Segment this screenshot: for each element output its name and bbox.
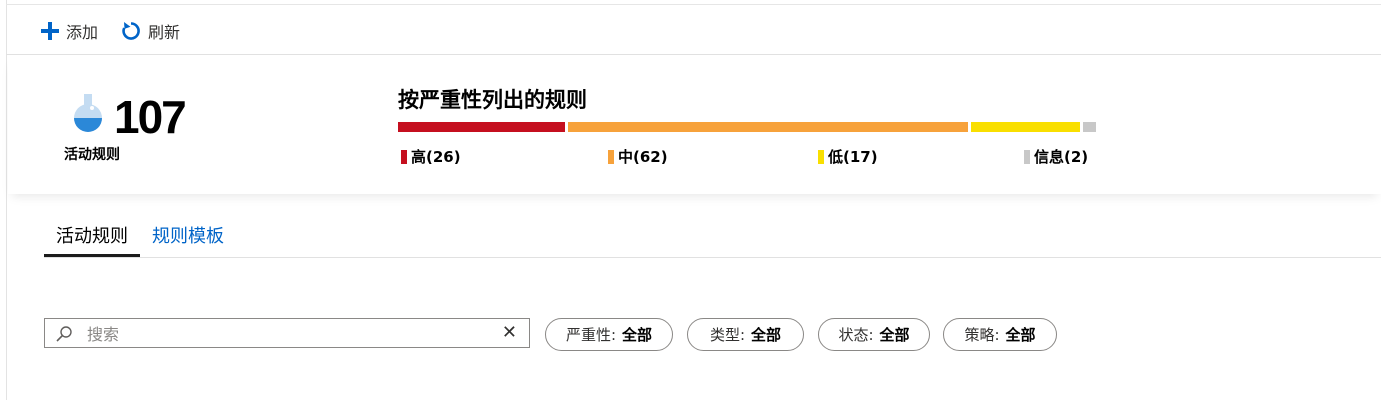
add-button-label: 添加 xyxy=(66,23,99,42)
tab-rule-templates[interactable]: 规则模板 xyxy=(140,218,236,257)
active-rules-count: 107 xyxy=(114,91,187,143)
command-toolbar: 添加 刷新 xyxy=(40,14,180,48)
filter-policy-value: 全部 xyxy=(1005,326,1036,344)
legend-medium: 中(62) xyxy=(608,146,668,167)
frame-top-border xyxy=(6,4,1381,5)
rules-summary-panel: 107 活动规则 按严重性列出的规则 高(26) 中(62) 低(17) 信息(… xyxy=(8,56,1381,194)
severity-segment-medium xyxy=(568,122,968,132)
legend-low: 低(17) xyxy=(818,146,878,167)
plus-icon xyxy=(41,22,59,40)
refresh-button[interactable]: 刷新 xyxy=(120,19,180,43)
filter-policy-name: 策略: xyxy=(964,326,1000,344)
legend-medium-label: 中(62) xyxy=(618,148,668,166)
legend-medium-swatch xyxy=(608,149,614,164)
search-icon xyxy=(56,326,72,342)
filter-policy[interactable]: 策略: 全部 xyxy=(943,318,1057,351)
severity-segment-low xyxy=(970,122,1081,132)
filter-type-name: 类型: xyxy=(709,326,746,344)
search-input[interactable] xyxy=(85,322,489,346)
flask-icon xyxy=(74,94,102,132)
filter-status[interactable]: 状态: 全部 xyxy=(818,318,930,351)
tab-active-rules[interactable]: 活动规则 xyxy=(44,218,140,257)
frame-left-border xyxy=(6,0,7,400)
filter-type-value: 全部 xyxy=(751,326,782,344)
tabs-divider xyxy=(44,257,1381,258)
legend-high-label: 高(26) xyxy=(411,148,461,166)
filter-severity-value: 全部 xyxy=(622,326,653,344)
legend-info-swatch xyxy=(1024,149,1030,164)
legend-high-swatch xyxy=(401,149,407,164)
filter-severity[interactable]: 严重性: 全部 xyxy=(545,318,673,351)
severity-chart-title: 按严重性列出的规则 xyxy=(398,88,587,112)
refresh-button-label: 刷新 xyxy=(148,23,181,42)
legend-low-label: 低(17) xyxy=(828,148,878,166)
rules-tabs: 活动规则 规则模板 xyxy=(44,218,236,257)
toolbar-divider xyxy=(6,54,1381,55)
filter-status-name: 状态: xyxy=(838,326,874,344)
legend-info: 信息(2) xyxy=(1024,146,1088,167)
search-box: ✕ xyxy=(44,318,530,348)
legend-low-swatch xyxy=(818,149,824,164)
refresh-icon xyxy=(122,22,140,40)
filter-status-value: 全部 xyxy=(879,326,910,344)
legend-info-label: 信息(2) xyxy=(1034,148,1089,166)
clear-search-icon[interactable]: ✕ xyxy=(502,324,517,342)
add-button[interactable]: 添加 xyxy=(40,19,98,43)
severity-bar xyxy=(398,122,1096,132)
filter-severity-name: 严重性: xyxy=(565,326,617,344)
severity-segment-high xyxy=(398,122,566,132)
severity-segment-info xyxy=(1083,122,1096,132)
legend-high: 高(26) xyxy=(401,146,461,167)
active-rules-label: 活动规则 xyxy=(64,147,120,163)
filter-type[interactable]: 类型: 全部 xyxy=(687,318,804,351)
